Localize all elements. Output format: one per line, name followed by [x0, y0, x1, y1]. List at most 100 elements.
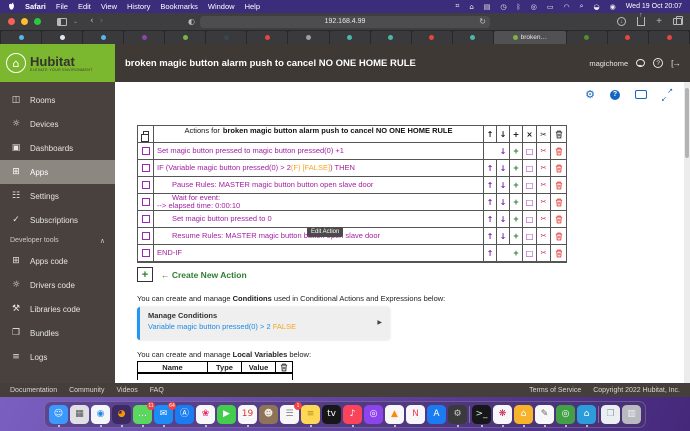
app-store-icon[interactable]: Ⓐ [175, 405, 194, 424]
action-select-checkbox[interactable] [138, 228, 154, 244]
sidebar-toggle-icon[interactable] [57, 17, 67, 26]
apple-tv-icon[interactable]: tv [322, 405, 341, 424]
pinned-tab[interactable] [566, 31, 607, 44]
clone-action-icon[interactable]: □ [523, 211, 537, 227]
move-up-icon[interactable]: ↑ [484, 211, 497, 227]
move-up-icon[interactable]: ↑ [484, 194, 497, 210]
zoom-window-button[interactable] [34, 18, 41, 25]
sidebar-item-apps[interactable]: ⊞ Apps [0, 160, 115, 184]
delete-action-icon[interactable] [551, 228, 566, 244]
footer-link-terms[interactable]: Terms of Service [529, 387, 581, 394]
new-tab-icon[interactable]: + [656, 16, 662, 27]
mail-icon[interactable]: ✉ 64 [154, 402, 176, 427]
cut-action-icon[interactable]: ✂ [537, 160, 551, 176]
footer-link-videos[interactable]: Videos [117, 387, 138, 394]
app-store-alt-icon[interactable]: A [427, 405, 446, 424]
reload-icon[interactable]: ↻ [479, 17, 486, 26]
hubitat-logo[interactable]: ⌂ Hubitat ELEVATE YOUR ENVIRONMENT [0, 44, 115, 82]
downloads-icon[interactable]: ↓ [617, 17, 627, 26]
pinned-tab[interactable] [452, 31, 493, 44]
pinned-tab[interactable] [83, 31, 124, 44]
keyboard-icon[interactable]: ▤ [484, 3, 491, 11]
move-down-icon[interactable]: ↓ [497, 160, 510, 176]
action-select-checkbox[interactable] [138, 211, 154, 227]
apple-menu-icon[interactable] [8, 2, 15, 11]
action-text[interactable]: Pause Rules: MASTER magic button button … [154, 177, 484, 193]
active-tab[interactable]: broken… [493, 31, 566, 44]
monitor-icon[interactable] [635, 90, 647, 99]
insert-action-icon[interactable]: + [510, 194, 523, 210]
back-button[interactable]: ‹ [90, 17, 94, 26]
siri-icon[interactable]: ◉ [610, 3, 616, 11]
clone-action-icon[interactable]: □ [523, 160, 537, 176]
sidebar-item-apps-code[interactable]: ⊞ Apps code [0, 249, 115, 273]
action-select-checkbox[interactable] [138, 143, 154, 159]
pinned-tab[interactable] [329, 31, 370, 44]
pinned-tab[interactable] [288, 31, 329, 44]
pinned-tab[interactable] [1, 31, 42, 44]
music-icon[interactable]: ♪ [343, 405, 362, 427]
hub-name[interactable]: magichome [589, 59, 628, 68]
trash-icon[interactable]: ▥ [622, 405, 641, 424]
expand-icon[interactable]: ↗ ↙ [661, 88, 673, 103]
move-down-icon[interactable]: ↓ [497, 228, 510, 244]
delete-column-icon[interactable]: × [523, 126, 537, 142]
insert-action-icon[interactable]: + [510, 177, 523, 193]
developer-tools-header[interactable]: Developer tools ∧ [0, 232, 115, 249]
pinned-tab[interactable] [247, 31, 288, 44]
insert-action-icon[interactable]: + [510, 211, 523, 227]
cut-action-icon[interactable]: ✂ [537, 143, 551, 159]
textedit-icon[interactable]: ✎ [535, 405, 554, 427]
close-window-button[interactable] [8, 18, 15, 25]
sidebar-item-logs[interactable]: ≡ Logs [0, 345, 115, 369]
move-up-icon[interactable]: ↑ [484, 160, 497, 176]
control-center-icon[interactable]: ◒ [593, 3, 599, 11]
bluetooth-icon[interactable]: ᛒ [517, 3, 521, 11]
home-status-icon[interactable]: ⌂ [469, 3, 473, 11]
pinned-tab[interactable] [124, 31, 165, 44]
action-text[interactable]: Set magic button pressed to 0 [154, 211, 484, 227]
battery-icon[interactable]: ▭ [547, 3, 554, 11]
move-up-icon[interactable]: ↑ [484, 245, 497, 261]
minimize-window-button[interactable] [21, 18, 28, 25]
firefox-icon[interactable]: ◕ [112, 405, 131, 427]
chevron-down-icon[interactable]: ⌄ [73, 18, 78, 25]
share-icon[interactable] [637, 12, 646, 26]
insert-column-icon[interactable]: + [510, 126, 523, 142]
shortcuts-icon[interactable]: ◎ [531, 3, 537, 11]
sidebar-item-libraries-code[interactable]: ⚒ Libraries code [0, 297, 115, 321]
action-select-checkbox[interactable] [138, 194, 154, 210]
help-icon[interactable]: ? [653, 58, 664, 68]
reminders-icon[interactable]: ☰ 1 [280, 402, 302, 424]
pinned-tab[interactable] [42, 31, 83, 44]
blue-home-app-icon[interactable]: ⌂ [577, 405, 596, 427]
move-up-column-icon[interactable]: ↑ [484, 126, 497, 142]
wifi-icon[interactable]: ◠ [563, 3, 569, 11]
pinned-tab[interactable] [165, 31, 206, 44]
system-settings-icon[interactable]: ⚙ [448, 405, 467, 427]
news-icon[interactable]: N [406, 405, 425, 424]
home-app-icon[interactable]: ⌂ [514, 405, 533, 427]
calendar-icon[interactable]: 19 [238, 405, 257, 427]
action-text[interactable]: END-IF [154, 245, 484, 261]
menu-bookmarks[interactable]: Bookmarks [160, 2, 198, 11]
delete-action-icon[interactable] [551, 143, 566, 159]
notes-icon[interactable]: ≡ [301, 405, 320, 427]
trash-column-icon[interactable] [551, 126, 566, 142]
footer-link-community[interactable]: Community [69, 387, 104, 394]
dock-divider[interactable] [469, 406, 470, 423]
footer-copyright[interactable]: Copyright 2022 Hubitat, Inc. [593, 387, 680, 394]
insert-action-icon[interactable]: + [510, 245, 523, 261]
gear-icon[interactable]: ⚙ [585, 88, 595, 101]
safari-icon[interactable]: ◉ [91, 405, 110, 427]
green-disc-app-icon[interactable]: ◎ [556, 405, 575, 427]
menu-safari[interactable]: Safari [25, 2, 46, 11]
move-down-icon[interactable]: ↓ [497, 211, 510, 227]
cut-action-icon[interactable]: ✂ [537, 245, 551, 261]
action-text[interactable]: Wait for event: --> elapsed time: 0:00:1… [154, 194, 484, 210]
copy-icon[interactable] [138, 126, 154, 142]
sidebar-item-settings[interactable]: ☷ Settings [0, 184, 115, 208]
page-scrollbar[interactable] [684, 82, 690, 383]
contacts-icon[interactable]: ☻ [259, 405, 278, 424]
forward-button[interactable]: › [100, 17, 104, 26]
